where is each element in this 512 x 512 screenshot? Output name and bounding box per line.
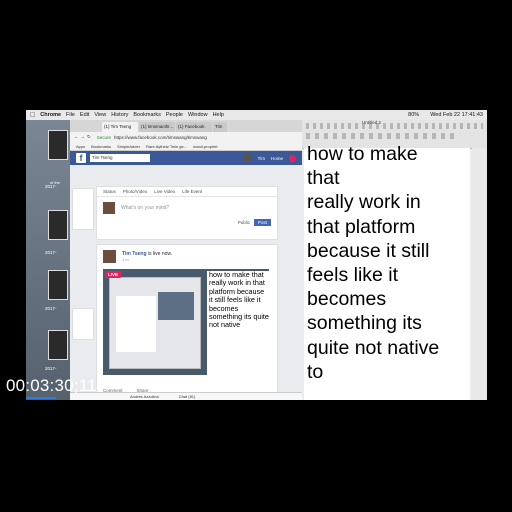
desktop-file-label: 2017- [45, 250, 57, 255]
left-column [72, 188, 94, 388]
ruler-row[interactable] [306, 133, 457, 139]
bookmark-bookmarks[interactable]: Bookmarks [91, 144, 111, 149]
live-badge: LIVE [105, 271, 122, 278]
audience-selector[interactable]: Public [238, 220, 250, 225]
editor-text[interactable]: how to make that really work in that pla… [307, 142, 467, 384]
tab-facebook-4[interactable]: Tim [213, 122, 227, 132]
video-nested-card [116, 296, 156, 352]
tab-facebook-profile[interactable]: (1) Tim Tseng [102, 122, 138, 132]
chrome-window: (1) Tim Tseng (1) timsmacthr... (1) Face… [70, 120, 302, 400]
bookmark-simpleadder[interactable]: SimpleAdder [117, 144, 140, 149]
home-link[interactable]: Home [271, 156, 283, 161]
notifications-icon[interactable] [289, 154, 296, 162]
timecode-progress [26, 397, 56, 399]
desktop-file-thumbnail[interactable] [48, 130, 68, 160]
desktop-file-thumbnail[interactable] [48, 210, 68, 240]
live-video-player[interactable]: how to make that really work in that pla… [103, 269, 269, 375]
screen-recording:  Chrome File Edit View History Bookmark… [26, 110, 487, 400]
editor-scrollbar[interactable] [472, 148, 487, 400]
author-name[interactable]: Tim Tseng [122, 251, 147, 257]
video-nested-card [158, 292, 194, 320]
menu-app-name[interactable]: Chrome [40, 112, 61, 118]
live-status-text: is live now. [146, 250, 173, 257]
author-avatar[interactable] [103, 249, 116, 263]
bookmark-apps[interactable]: Apps [76, 144, 85, 149]
user-avatar[interactable] [243, 154, 252, 162]
address-bar[interactable]: ←→↻ Secure https://www.facebook.com/tims… [70, 132, 302, 142]
composer-tab-event[interactable]: Life Event [182, 189, 202, 194]
post-meta: 1 m [122, 256, 129, 262]
desktop-file-label: 2017- [45, 366, 57, 371]
tab-facebook-2[interactable]: (1) timsmacthr... [139, 122, 175, 132]
video-nested-screen [109, 277, 201, 369]
post-button[interactable]: Post [253, 219, 271, 226]
chat-contact[interactable]: Andrés Azzolina [130, 394, 159, 399]
composer-avatar [103, 202, 115, 214]
desktop-file-thumbnail[interactable] [48, 330, 68, 360]
composer-tab-photo[interactable]: Photo/Video [123, 189, 147, 194]
format-toolbar-row[interactable] [306, 123, 483, 129]
secure-label: Secure [96, 134, 112, 140]
composer-tab-status[interactable]: Status [103, 189, 116, 194]
menu-history[interactable]: History [111, 112, 128, 118]
video-timecode: 00:03:30;11 [6, 376, 97, 395]
bookmarks-bar: Apps Bookmarks SimpleAdder Rare Aythetz … [70, 142, 302, 151]
menu-window[interactable]: Window [188, 112, 208, 118]
text-editor-window: Untitled 2 how to make that really work … [302, 120, 487, 400]
left-card [72, 308, 94, 340]
tab-facebook-3[interactable]: (1) Facebook [176, 122, 212, 132]
chat-button[interactable]: Chat (81) [179, 394, 196, 399]
menu-view[interactable]: View [94, 112, 106, 118]
url-text[interactable]: https://www.facebook.com/timswang/timswa… [114, 135, 207, 140]
battery-status[interactable]: 80% [408, 112, 419, 118]
apple-icon[interactable]:  [30, 112, 35, 119]
desktop-file-thumbnail[interactable] [48, 270, 68, 300]
menu-file[interactable]: File [66, 112, 75, 118]
desktop: 2017- 2017- 2017- 2017- of the [26, 120, 70, 400]
composer-input[interactable]: What's on your mind? [121, 205, 169, 211]
nav-buttons-icon[interactable]: ←→↻ [74, 134, 93, 140]
mac-menubar:  Chrome File Edit View History Bookmark… [26, 110, 487, 120]
clock[interactable]: Wed Feb 22 17:41:43 [430, 112, 483, 118]
post-composer: Status Photo/Video Live Video Life Event… [96, 186, 278, 240]
menu-help[interactable]: Help [213, 112, 224, 118]
menu-edit[interactable]: Edit [80, 112, 89, 118]
desktop-side-label: of the [50, 180, 61, 185]
video-caption-text: how to make that really work in that pla… [207, 270, 269, 375]
chat-bar: Andrés Azzolina Chat (81) [70, 392, 302, 400]
profile-link[interactable]: Tim [258, 156, 265, 161]
desktop-file-label: 2017- [45, 306, 57, 311]
menu-bookmarks[interactable]: Bookmarks [133, 112, 161, 118]
facebook-topbar: f Tim Tseng Tim Home [70, 151, 302, 165]
live-video-post: Tim Tseng is live now. 1 m how to make t… [96, 244, 278, 400]
editor-document[interactable]: how to make that really work in that pla… [304, 143, 470, 400]
bookmark-rare[interactable]: Rare Aythetz Twin ge... [146, 144, 187, 149]
left-card [72, 188, 94, 230]
facebook-logo-icon[interactable]: f [76, 153, 86, 163]
facebook-search-input[interactable]: Tim Tseng [90, 154, 150, 162]
menu-people[interactable]: People [166, 112, 183, 118]
composer-tab-live[interactable]: Live Video [154, 189, 175, 194]
bookmark-manil[interactable]: manil-prophet [193, 144, 217, 149]
tab-strip: (1) Tim Tseng (1) timsmacthr... (1) Face… [70, 120, 302, 132]
